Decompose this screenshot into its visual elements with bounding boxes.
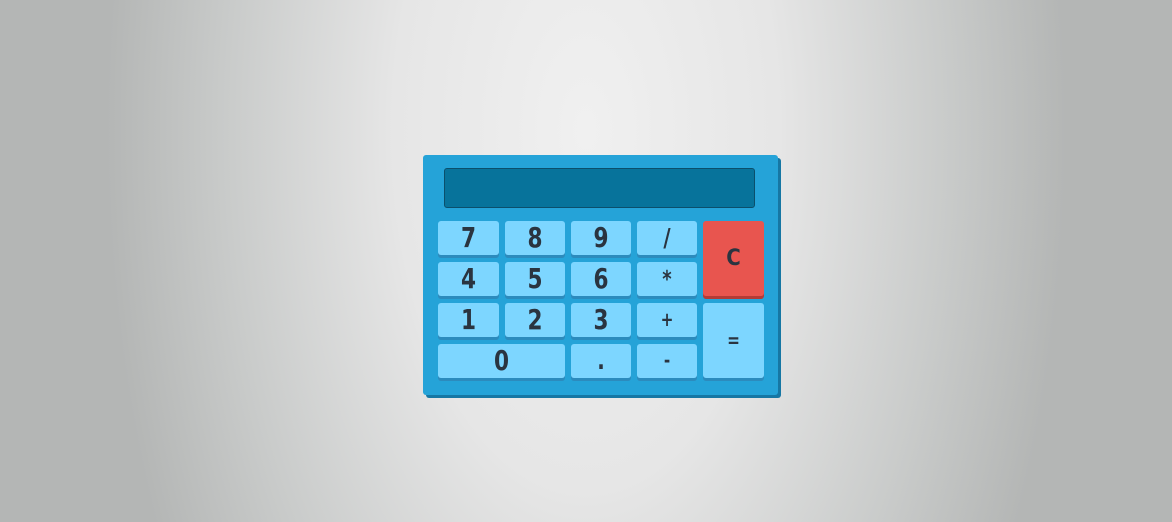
key-3-label: 3 xyxy=(593,303,609,337)
key-4-label: 4 xyxy=(460,262,477,296)
key-0[interactable]: 0 xyxy=(438,344,565,378)
key-7-label: 7 xyxy=(460,221,477,255)
key-decimal[interactable]: . xyxy=(571,344,631,378)
key-3[interactable]: 3 xyxy=(571,303,631,337)
key-9-label: 9 xyxy=(593,221,609,255)
key-8[interactable]: 8 xyxy=(505,221,565,255)
clear-button[interactable]: C xyxy=(703,221,764,296)
key-minus-label: - xyxy=(663,349,671,373)
key-multiply-label: * xyxy=(662,265,672,293)
key-decimal-label: . xyxy=(597,346,605,376)
equals-button-label: = xyxy=(727,329,740,352)
calculator: 7 8 9 / C 4 5 6 * 1 2 3 + = 0 . - xyxy=(423,155,778,395)
key-6[interactable]: 6 xyxy=(571,262,631,296)
key-7[interactable]: 7 xyxy=(438,221,499,255)
key-8-label: 8 xyxy=(527,221,543,255)
clear-button-label: C xyxy=(726,246,741,271)
key-2-label: 2 xyxy=(527,303,543,337)
key-9[interactable]: 9 xyxy=(571,221,631,255)
calculator-display xyxy=(444,168,755,208)
key-1-label: 1 xyxy=(460,303,477,337)
key-0-label: 0 xyxy=(493,344,510,378)
key-plus[interactable]: + xyxy=(637,303,697,337)
key-2[interactable]: 2 xyxy=(505,303,565,337)
key-4[interactable]: 4 xyxy=(438,262,499,296)
key-plus-label: + xyxy=(660,308,674,332)
key-5[interactable]: 5 xyxy=(505,262,565,296)
key-divide[interactable]: / xyxy=(637,221,697,255)
key-divide-label: / xyxy=(663,223,671,253)
key-1[interactable]: 1 xyxy=(438,303,499,337)
key-minus[interactable]: - xyxy=(637,344,697,378)
key-6-label: 6 xyxy=(593,262,609,296)
key-multiply[interactable]: * xyxy=(637,262,697,296)
key-5-label: 5 xyxy=(527,262,543,296)
equals-button[interactable]: = xyxy=(703,303,764,378)
